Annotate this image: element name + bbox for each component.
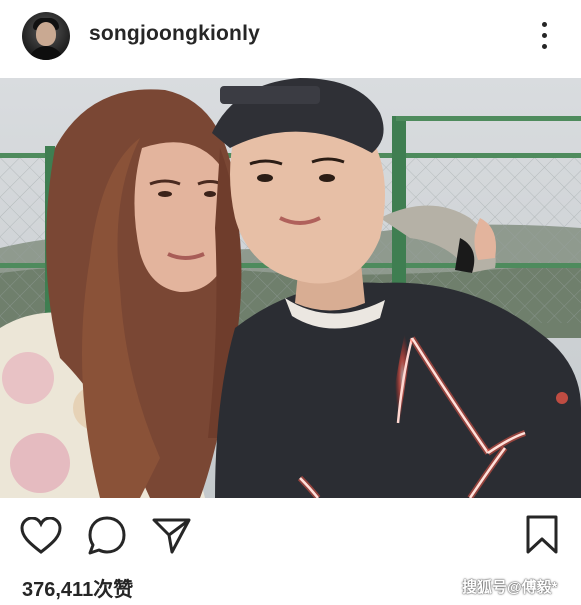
avatar-face: [36, 22, 56, 46]
username-link[interactable]: songjoongkionly: [89, 22, 260, 46]
avatar-body: [28, 46, 64, 60]
photo-illustration: [0, 78, 581, 498]
send-icon[interactable]: [152, 517, 192, 555]
likes-count[interactable]: 376,411次赞: [22, 573, 133, 602]
heart-icon[interactable]: [20, 517, 62, 555]
post-photo[interactable]: [0, 78, 581, 498]
profile-avatar[interactable]: [22, 12, 70, 60]
watermark-text: 搜狐号@傅毅*: [462, 579, 558, 596]
bookmark-icon[interactable]: [525, 515, 559, 555]
post-header: songjoongkionly: [0, 0, 581, 79]
more-options-icon[interactable]: [535, 21, 555, 51]
comment-icon[interactable]: [87, 516, 127, 556]
